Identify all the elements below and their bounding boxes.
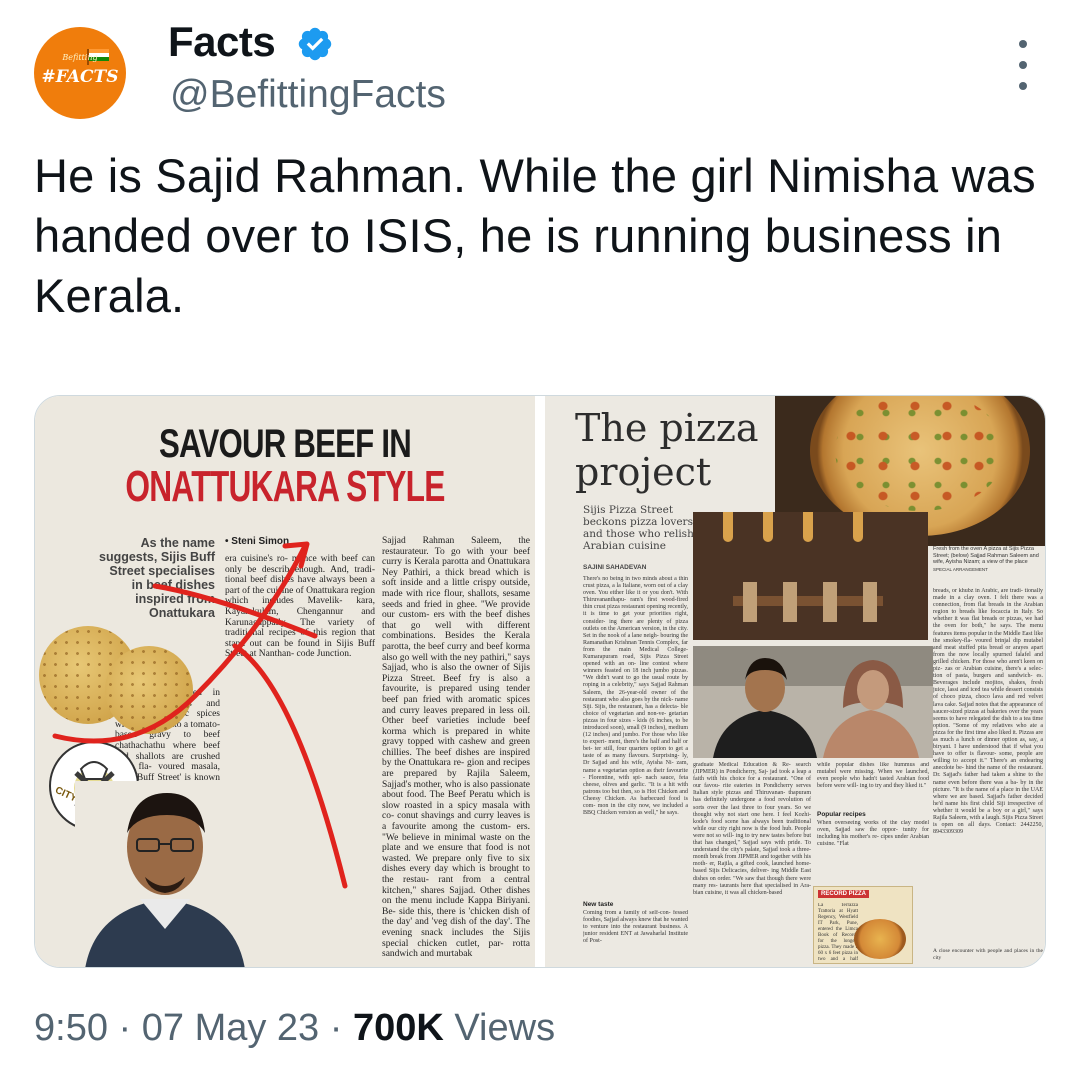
pizza-headline-line2: project — [575, 450, 712, 494]
verified-badge-icon — [298, 27, 332, 61]
pizza-article-column-popular: When overseeing works of the clay model … — [817, 820, 929, 848]
pizza-article-column-d: breads, or khubz in Arabic, are tradi- t… — [933, 588, 1043, 836]
newspaper-clipping-right[interactable]: The pizza project Sijis Pizza Street bec… — [545, 396, 1045, 967]
separator: · — [118, 1007, 132, 1049]
avatar-text: #FACTS — [41, 67, 119, 87]
red-annotation-arrow-icon — [52, 541, 348, 889]
avatar-small-text: Befitting — [62, 53, 98, 62]
record-box-title: RECORD PIZZA — [818, 890, 869, 898]
tweet-date[interactable]: 07 May 23 — [142, 1007, 319, 1049]
pizza-article-deck: Sijis Pizza Street beckons pizza lovers … — [583, 504, 694, 552]
newspaper-clipping-left[interactable]: SAVOUR BEEF IN ONATTUKARA STYLE As the n… — [35, 396, 535, 967]
pizza-article-column-new-taste: Coming from a family of self-con- fessed… — [583, 910, 688, 945]
pizza-article-footnote: A close encounter with people and places… — [933, 948, 1043, 961]
photo-caption-text: Fresh from the oven A pizza at Sijis Piz… — [933, 546, 1039, 566]
tweet-time[interactable]: 9:50 — [34, 1007, 108, 1049]
record-box-text: La Terrazza Trattoria at Hyatt Regency, … — [818, 903, 858, 962]
pizza-article-column-b: graduate Medical Education & Re- search … — [693, 762, 811, 896]
tweet-metadata: 9:50 · 07 May 23 · 700K Views — [34, 1007, 555, 1050]
couple-photo — [693, 646, 933, 758]
views-count[interactable]: 700K — [353, 1007, 444, 1049]
tweet-text: He is Sajid Rahman. While the girl Nimis… — [34, 149, 1036, 322]
pizza-headline-line1: The pizza — [575, 406, 759, 450]
avatar[interactable]: Befitting #FACTS — [34, 27, 126, 119]
pizza-article-column-c: while popular dishes like hummus and mut… — [817, 762, 929, 790]
pizza-article-byline: SAJINI SAHADEVAN — [583, 564, 647, 571]
pizza-icon — [854, 919, 906, 959]
pizza-subhead-popular: Popular recipes — [817, 811, 866, 818]
pizza-subhead-new-taste: New taste — [583, 901, 614, 908]
display-name[interactable]: Facts — [168, 18, 276, 66]
pizza-article-headline: The pizza project — [575, 406, 759, 494]
more-options-icon[interactable] — [1013, 40, 1033, 90]
author-handle[interactable]: @BefittingFacts — [170, 73, 446, 117]
separator: · — [329, 1007, 343, 1049]
views-label[interactable]: Views — [454, 1007, 555, 1049]
pizza-article-column-a: There's no being in two minds about a th… — [583, 576, 688, 817]
photo-caption-credit: SPECIAL ARRANGEMENT — [933, 566, 988, 572]
tweet-media[interactable]: SAVOUR BEEF IN ONATTUKARA STYLE As the n… — [34, 395, 1046, 968]
photo-caption: Fresh from the oven A pizza at Sijis Piz… — [933, 546, 1045, 573]
record-pizza-box: RECORD PIZZA La Terrazza Trattoria at Hy… — [813, 886, 913, 964]
restaurant-interior-photo — [693, 512, 928, 640]
